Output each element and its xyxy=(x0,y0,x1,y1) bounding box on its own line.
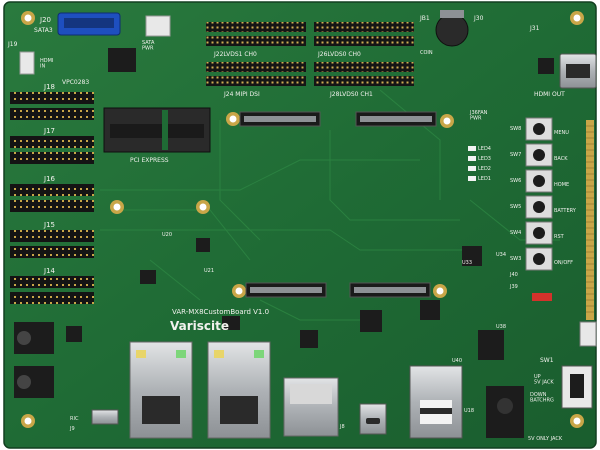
sata-power-connector xyxy=(145,15,171,37)
label-home: HOME xyxy=(554,182,569,188)
label-j8: J8 xyxy=(339,424,345,430)
label-led3: LED3 xyxy=(478,156,491,162)
label-j20: J20 xyxy=(39,16,51,24)
coin-cell-holder xyxy=(435,13,469,47)
label-vpc0283: VPC0283 xyxy=(62,79,89,86)
label-sw5: SW5 xyxy=(510,204,521,210)
ethernet-jack-1 xyxy=(129,341,193,439)
label-j14: J14 xyxy=(43,267,56,275)
label-j28: J28LVDS0 CH1 xyxy=(329,91,373,98)
label-u33: U33 xyxy=(462,260,472,266)
label-sw1: SW1 xyxy=(540,357,554,364)
label-coin: COIN xyxy=(420,50,433,56)
label-u40: U40 xyxy=(452,358,462,364)
label-hdmi-out: HDMI OUT xyxy=(534,91,565,98)
label-sw3: SW3 xyxy=(510,256,521,262)
label-sata-pwr: SATA PWR xyxy=(142,40,155,52)
label-u21: U21 xyxy=(204,268,214,274)
label-u34: U34 xyxy=(496,252,506,258)
label-led1: LED1 xyxy=(478,176,491,182)
label-on-off: ON/OFF xyxy=(554,260,573,266)
label-j9: J9 xyxy=(69,426,75,432)
label-j40: J40 xyxy=(509,272,518,278)
ethernet-jack-2 xyxy=(207,341,271,439)
label-sw6: SW6 xyxy=(510,178,521,184)
label-j18: J18 xyxy=(43,83,55,91)
label-5v-only-jack: 5V ONLY JACK xyxy=(528,436,563,442)
label-sw7: SW7 xyxy=(510,152,521,158)
label-j26: J26LVDS0 CH0 xyxy=(317,51,361,58)
label-j15: J15 xyxy=(43,221,55,229)
side-connector xyxy=(579,321,597,347)
label-u38: U38 xyxy=(496,324,506,330)
label-pci-express: PCI EXPRESS xyxy=(130,157,169,164)
label-menu: MENU xyxy=(554,130,569,136)
label-u20: U20 xyxy=(162,232,172,238)
label-j19: J19 xyxy=(7,41,18,48)
label-battery: BATTERY xyxy=(554,208,577,214)
label-back: BACK xyxy=(554,156,568,162)
label-j17: J17 xyxy=(43,127,55,135)
micro-usb-connector xyxy=(91,409,119,425)
label-sw4: SW4 xyxy=(510,230,521,236)
label-led4: LED4 xyxy=(478,146,491,152)
label-jb1: JB1 xyxy=(419,15,430,22)
board-photo: J20 SATA3 SATA PWR J19 HDMI IN VPC0283 J18… xyxy=(3,1,597,449)
label-j24: J24 MIPI DSI xyxy=(223,91,260,98)
label-j22: J22LVDS1 CH0 xyxy=(213,51,257,58)
label-brand: Variscite xyxy=(170,319,229,333)
label-j30: J30 xyxy=(473,15,484,22)
label-j39: J39 xyxy=(509,284,518,290)
label-sw8: SW8 xyxy=(510,126,521,132)
label-j31: J31 xyxy=(529,25,540,32)
label-u18: U18 xyxy=(464,408,474,414)
label-ric: RIC xyxy=(70,416,79,422)
label-led2: LED2 xyxy=(478,166,491,172)
label-rst: RST xyxy=(554,234,565,240)
label-model: VAR-MX8CustomBoard V1.0 xyxy=(172,308,269,316)
label-sata3: SATA3 xyxy=(34,27,53,34)
label-j16: J16 xyxy=(43,175,56,183)
